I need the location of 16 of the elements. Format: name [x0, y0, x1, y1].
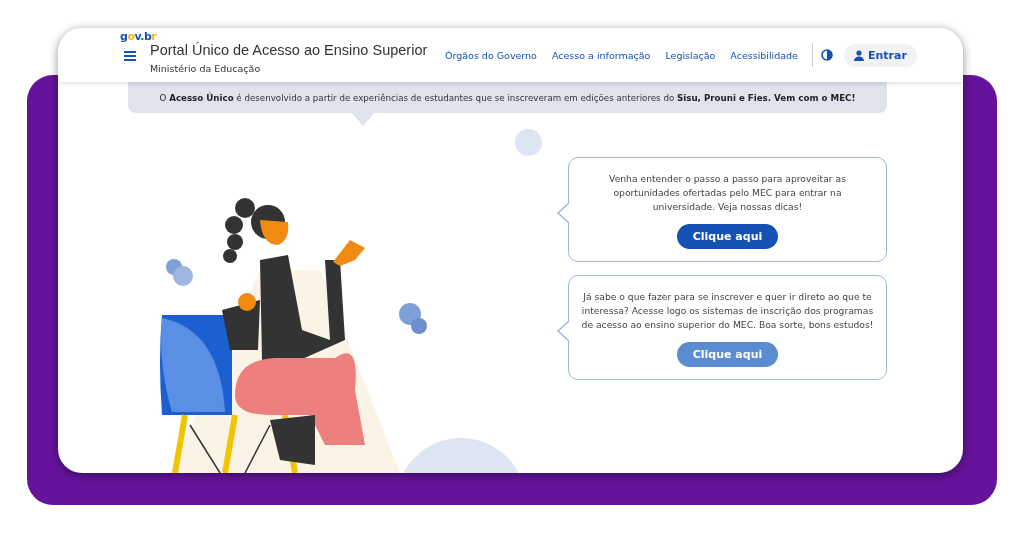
decorative-circle	[515, 129, 542, 156]
user-icon	[853, 49, 864, 61]
menu-icon[interactable]	[124, 51, 136, 61]
nav-link[interactable]: Acesso a informação	[551, 49, 651, 61]
contrast-icon[interactable]	[820, 49, 833, 61]
card-text: Venha entender o passo a passo para aproveitar as oportunidades ofertadas pelo MEC para entrar na universidade. Veja nossas dicas!	[608, 172, 847, 214]
card-text: Já sabe o que fazer para se inscrever e quer ir direto ao que te interessa? Acesse logo os sistemas de inscrição dos programas de acesso ao ensino superior do MEC. Boa sorte, bons estudos!	[581, 290, 874, 332]
nav-link[interactable]: Acessibilidade	[730, 49, 798, 61]
banner-text: O Acesso Único é desenvolvido a partir de experiências de estudantes que se inscreveram em edições anteriores do Sisu, Prouni e Fies. Vem com o MEC!	[159, 92, 856, 103]
nav-link[interactable]: Órgãos do Governo	[445, 49, 537, 61]
nav-link[interactable]: Legislação	[665, 49, 716, 61]
site-title: Portal Único de Acesso ao Ensino Superior	[150, 42, 429, 58]
site-subtitle: Ministério da Educação	[150, 63, 262, 74]
govbr-logo[interactable]: gov.br	[120, 30, 157, 43]
click-here-button[interactable]: Clique aqui	[676, 224, 779, 249]
login-button[interactable]: Entrar	[843, 43, 917, 67]
